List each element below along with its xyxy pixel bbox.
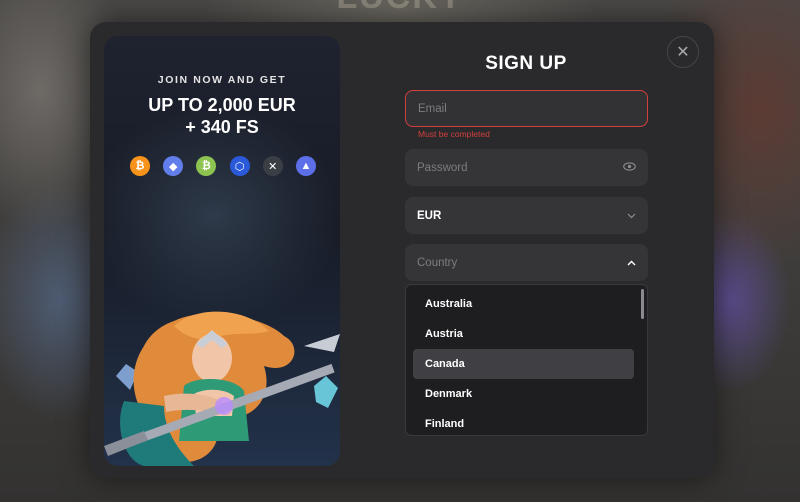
xrp-icon: ✕	[262, 156, 283, 176]
country-option-denmark[interactable]: Denmark	[413, 379, 634, 409]
country-option-finland[interactable]: Finland	[413, 409, 634, 435]
chainlink-icon: ⬡	[229, 156, 250, 176]
currency-value: EUR	[417, 209, 442, 222]
close-icon: ✕	[676, 44, 690, 61]
eye-icon[interactable]	[623, 161, 636, 174]
bitcoin-icon: ₿	[130, 156, 150, 176]
close-button[interactable]: ✕	[667, 36, 699, 68]
email-error-message: Must be completed	[418, 129, 490, 139]
background-logo-text: LUCKY	[300, 0, 500, 17]
email-placeholder: Email	[418, 102, 447, 115]
password-placeholder: Password	[417, 161, 468, 174]
email-field[interactable]: Email	[405, 90, 648, 127]
country-dropdown[interactable]: Australia Austria Canada Denmark Finland	[405, 284, 648, 436]
crypto-icon-row: ₿ ◆ ₿ ⬡ ✕ ▲	[130, 156, 316, 176]
country-option-australia[interactable]: Australia	[413, 289, 634, 319]
bitcoin-cash-icon: ₿	[196, 156, 217, 176]
signup-modal: JOIN NOW AND GET UP TO 2,000 EUR + 340 F…	[90, 22, 714, 478]
promo-panel: JOIN NOW AND GET UP TO 2,000 EUR + 340 F…	[104, 36, 340, 466]
country-select[interactable]: Country	[405, 244, 648, 281]
promo-kicker: JOIN NOW AND GET	[157, 74, 287, 86]
country-option-austria[interactable]: Austria	[413, 319, 634, 349]
form-title: SIGN UP	[485, 53, 567, 74]
currency-select[interactable]: EUR	[405, 197, 648, 234]
promo-headline-line1: UP TO 2,000 EUR	[148, 95, 296, 115]
chevron-up-icon	[627, 257, 636, 269]
chevron-down-icon	[627, 210, 636, 222]
promo-headline-line2: + 340 FS	[185, 117, 259, 137]
password-field[interactable]: Password	[405, 149, 648, 186]
ethereum-icon: ◆	[163, 156, 184, 176]
country-placeholder: Country	[417, 256, 458, 269]
promo-headline: UP TO 2,000 EUR + 340 FS	[104, 94, 340, 138]
country-option-list: Australia Austria Canada Denmark Finland	[406, 289, 641, 435]
dropdown-scrollbar[interactable]	[641, 289, 644, 319]
archer-heroine-illustration	[104, 311, 340, 466]
tron-icon: ▲	[295, 156, 316, 176]
country-option-canada[interactable]: Canada	[413, 349, 634, 379]
